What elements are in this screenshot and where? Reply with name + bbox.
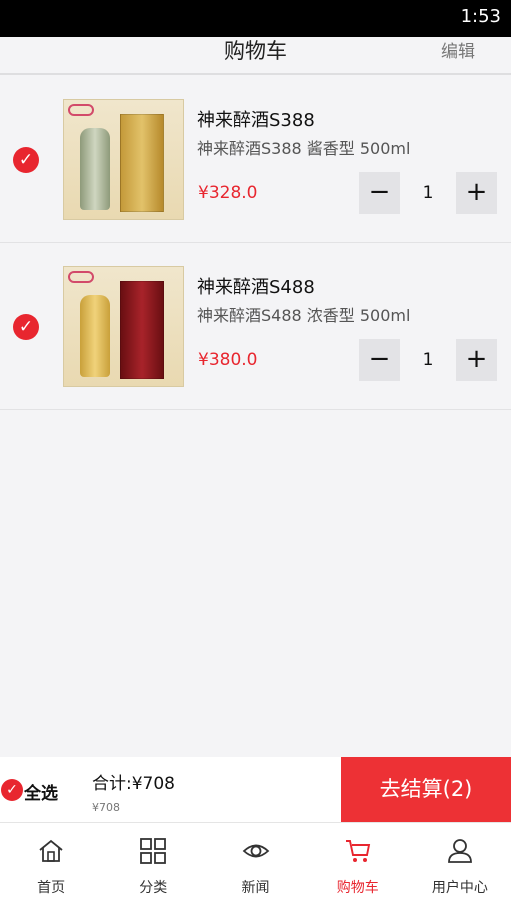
tab-label: 购物车 [336,880,379,896]
tab-label: 分类 [139,880,168,896]
tab-label: 用户中心 [431,880,488,896]
product-image[interactable] [63,99,184,220]
status-time: 1:53 [460,6,501,27]
cart-item: ✓ 神来醉酒S488 神来醉酒S488 浓香型 500ml ¥380.0 − 1… [0,244,511,410]
quantity-stepper: − 1 + [359,339,497,381]
item-checkbox[interactable]: ✓ [13,314,39,340]
quantity-value[interactable]: 1 [400,339,456,381]
select-all-label[interactable]: 全选 [24,779,58,804]
cart-item: ✓ 神来醉酒S388 神来醉酒S388 酱香型 500ml ¥328.0 − 1… [0,77,511,243]
product-price: ¥328.0 [198,183,258,203]
checkout-button[interactable]: 去结算(2) [341,757,511,822]
tab-label: 首页 [37,880,66,896]
product-name[interactable]: 神来醉酒S388 [197,106,315,132]
product-spec: 神来醉酒S388 酱香型 500ml [197,139,411,158]
select-all-checkbox[interactable]: ✓ [1,779,23,801]
product-image[interactable] [63,266,184,387]
tab-category[interactable]: 分类 [102,823,204,911]
total-price: 合计:¥708 [92,774,175,794]
status-bar: 1:53 [0,0,511,37]
header: 购物车 编辑 [0,37,511,75]
grid-icon [140,838,167,864]
decrease-button[interactable]: − [359,339,400,381]
bottle-icon [80,128,110,210]
tab-user[interactable]: 用户中心 [409,823,511,911]
home-icon [39,839,63,862]
user-icon [448,839,472,863]
decrease-button[interactable]: − [359,172,400,214]
edit-button[interactable]: 编辑 [441,37,475,62]
total-subtext: ¥708 [92,801,120,814]
product-name[interactable]: 神来醉酒S488 [197,273,315,299]
gift-box-icon [120,114,164,212]
tab-label: 新闻 [241,880,270,896]
tab-news[interactable]: 新闻 [204,823,306,911]
product-spec: 神来醉酒S488 浓香型 500ml [197,306,411,325]
bottle-icon [80,295,110,377]
increase-button[interactable]: + [456,339,497,381]
increase-button[interactable]: + [456,172,497,214]
product-price: ¥380.0 [198,350,258,370]
cart-icon [345,840,370,862]
eye-icon [242,844,269,858]
page-title: 购物车 [224,39,287,63]
tab-home[interactable]: 首页 [0,823,102,911]
brand-logo-icon [68,271,94,283]
quantity-stepper: − 1 + [359,172,497,214]
tab-bar: 首页 分类 新闻 购物车 用户中心 [0,822,511,911]
checkout-bar: ✓ 全选 合计:¥708 ¥708 去结算(2) [0,757,511,822]
brand-logo-icon [68,104,94,116]
item-checkbox[interactable]: ✓ [13,147,39,173]
quantity-value[interactable]: 1 [400,172,456,214]
gift-box-icon [120,281,164,379]
tab-cart[interactable]: 购物车 [307,823,409,911]
